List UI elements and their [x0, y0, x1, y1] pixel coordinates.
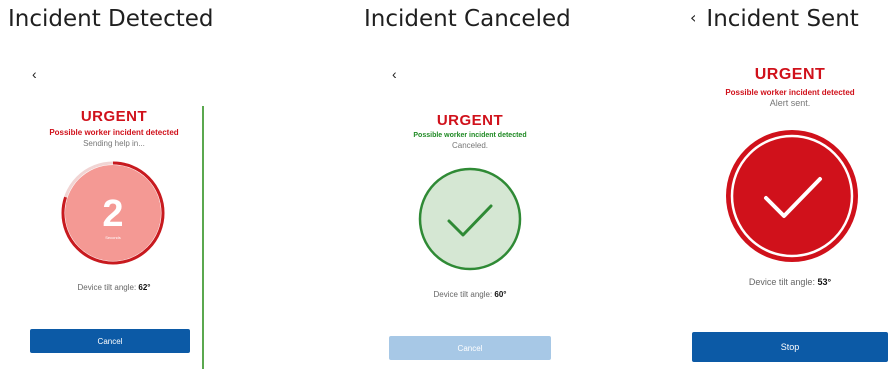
- status-text: Canceled.: [451, 141, 489, 150]
- tilt-angle-row: Device tilt angle: 60°: [380, 290, 560, 299]
- chevron-left-icon[interactable]: ‹: [690, 8, 696, 27]
- urgent-label: URGENT: [436, 112, 504, 129]
- back-chevron-icon[interactable]: ‹: [392, 66, 397, 82]
- tilt-angle-label: Device tilt angle:: [77, 283, 137, 292]
- tilt-angle-label: Device tilt angle:: [433, 290, 493, 299]
- title-incident-detected: Incident Detected: [8, 6, 214, 32]
- panel-incident-canceled: ‹ URGENT Possible worker incident detect…: [380, 58, 560, 369]
- back-chevron-icon[interactable]: ‹: [32, 66, 37, 82]
- countdown-circle: 2 Seconds: [61, 161, 165, 265]
- urgent-label: URGENT: [80, 108, 148, 125]
- canceled-check-circle: [418, 167, 522, 271]
- sent-check-circle: [726, 130, 858, 262]
- incident-message: Possible worker incident detected: [413, 132, 527, 139]
- incident-message: Possible worker incident detected: [725, 88, 855, 97]
- countdown-unit: Seconds: [105, 235, 121, 240]
- cancel-button-disabled[interactable]: Cancel: [389, 336, 551, 360]
- tilt-angle-row: Device tilt angle: 62°: [26, 283, 202, 292]
- urgent-label: URGENT: [754, 66, 826, 83]
- tilt-angle-value: 62°: [138, 283, 151, 292]
- incident-message: Possible worker incident detected: [49, 128, 179, 137]
- stop-button[interactable]: Stop: [692, 332, 888, 362]
- title-incident-canceled: Incident Canceled: [364, 6, 571, 32]
- tilt-angle-value: 53°: [817, 277, 832, 287]
- status-text: Alert sent.: [769, 98, 811, 108]
- tilt-angle-value: 60°: [494, 290, 507, 299]
- panel-incident-sent: URGENT Possible worker incident detected…: [688, 58, 892, 369]
- countdown-number: 2: [102, 193, 123, 235]
- title-incident-sent-row: ‹ Incident Sent: [690, 6, 859, 32]
- status-text: Sending help in...: [83, 139, 145, 148]
- tilt-angle-row: Device tilt angle: 53°: [688, 277, 892, 287]
- title-incident-sent: Incident Sent: [706, 6, 859, 32]
- panel-incident-detected: ‹ URGENT Possible worker incident detect…: [26, 58, 202, 369]
- tilt-angle-label: Device tilt angle:: [748, 277, 815, 287]
- cancel-button[interactable]: Cancel: [30, 329, 190, 353]
